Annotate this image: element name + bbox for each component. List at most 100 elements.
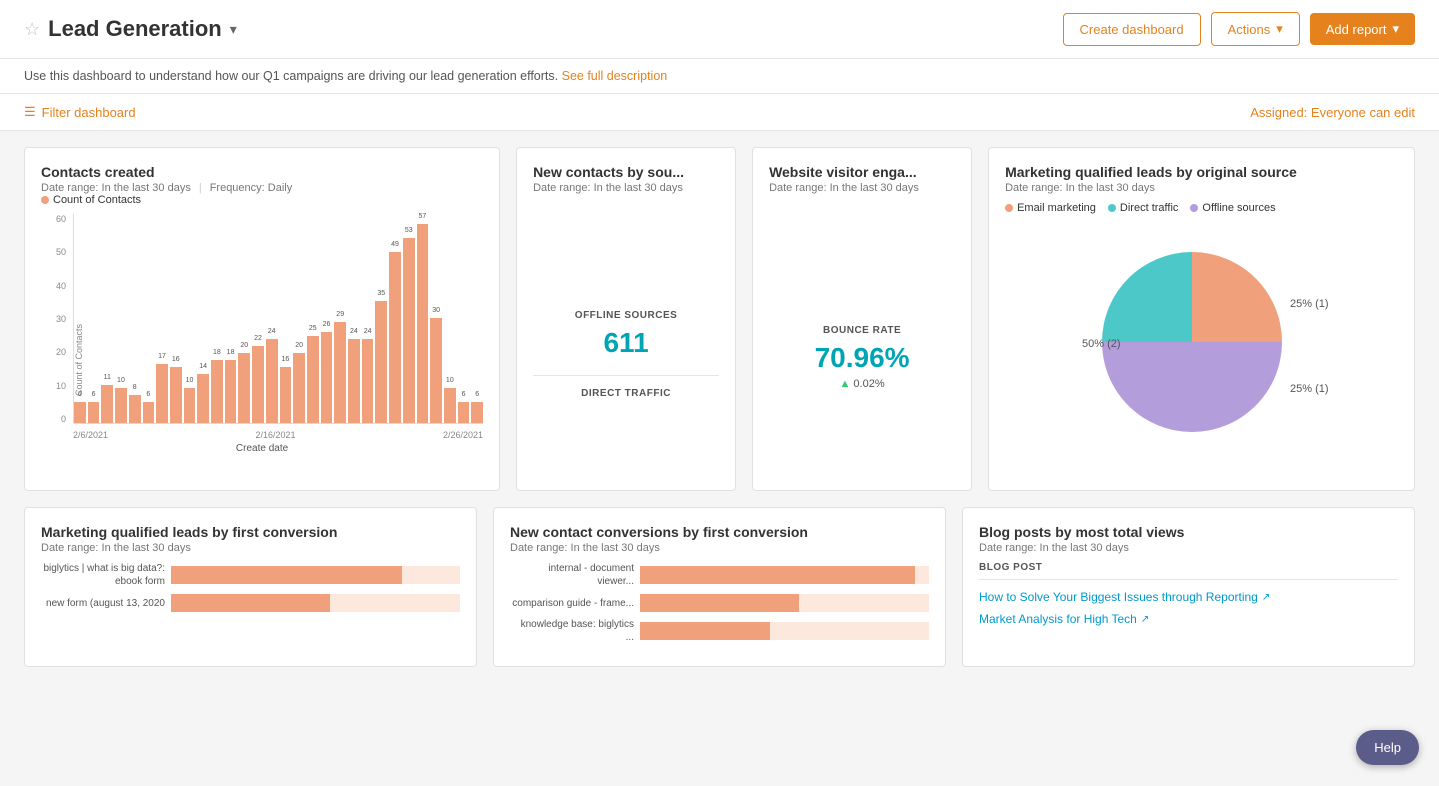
contacts-bar-chart: 60 50 40 30 20 10 0 Count of Contacts 66… <box>41 214 483 474</box>
bar-23[interactable]: 49 <box>389 214 401 423</box>
legend-dot-email <box>1005 204 1013 212</box>
bar-10[interactable]: 18 <box>211 214 223 423</box>
mql-conversion-card: Marketing qualified leads by first conve… <box>24 507 477 667</box>
bar-0[interactable]: 6 <box>74 214 86 423</box>
pie-label-direct: 25% (1) <box>1290 383 1329 395</box>
filter-bar: ☰ Filter dashboard Assigned: Everyone ca… <box>0 94 1439 131</box>
chevron-down-icon[interactable]: ▾ <box>230 21 237 38</box>
bars-area: 6611108617161014181820222416202526292424… <box>73 214 483 424</box>
blog-link-2[interactable]: Market Analysis for High Tech ↗ <box>979 608 1398 630</box>
contacts-legend: Count of Contacts <box>41 194 483 206</box>
see-full-description-link[interactable]: See full description <box>562 69 668 83</box>
contacts-created-title: Contacts created <box>41 164 483 180</box>
conversions-title: New contact conversions by first convers… <box>510 524 929 540</box>
bar-2[interactable]: 11 <box>101 214 113 423</box>
website-visitor-card: Website visitor enga... Date range: In t… <box>752 147 972 491</box>
conv-hbar-3: knowledge base: biglytics ... <box>510 618 929 644</box>
bar-21[interactable]: 24 <box>362 214 374 423</box>
website-visitor-metrics: BOUNCE RATE 70.96% ▲ 0.02% <box>769 202 955 512</box>
new-contacts-date: Date range: In the last 30 days <box>533 182 719 194</box>
bar-7[interactable]: 16 <box>170 214 182 423</box>
star-icon[interactable]: ☆ <box>24 19 40 40</box>
pie-segment-offline <box>1102 342 1282 432</box>
page-title: Lead Generation <box>48 16 222 42</box>
dashboard: Contacts created Date range: In the last… <box>0 131 1439 786</box>
assigned-value[interactable]: Everyone can edit <box>1311 105 1415 120</box>
bar-3[interactable]: 10 <box>115 214 127 423</box>
bar-15[interactable]: 16 <box>280 214 292 423</box>
hbar-row-2: new form (august 13, 2020 <box>41 594 460 612</box>
blog-posts-card: Blog posts by most total views Date rang… <box>962 507 1415 667</box>
pie-chart-container: 25% (1) 50% (2) 25% (1) <box>1005 222 1398 462</box>
filter-icon: ☰ <box>24 104 36 120</box>
blog-posts-title: Blog posts by most total views <box>979 524 1398 540</box>
bar-29[interactable]: 6 <box>471 214 483 423</box>
contacts-created-meta: Date range: In the last 30 days | Freque… <box>41 182 483 194</box>
bar-5[interactable]: 6 <box>143 214 155 423</box>
header-actions: Create dashboard Actions ▾ Add report ▾ <box>1063 12 1415 46</box>
x-axis-label: Create date <box>236 443 288 454</box>
bar-8[interactable]: 10 <box>184 214 196 423</box>
bar-4[interactable]: 8 <box>129 214 141 423</box>
new-contacts-source-card: New contacts by sou... Date range: In th… <box>516 147 736 491</box>
bar-13[interactable]: 22 <box>252 214 264 423</box>
bar-17[interactable]: 25 <box>307 214 319 423</box>
legend-dot-offline <box>1190 204 1198 212</box>
new-contacts-metrics: OFFLINE SOURCES 611 DIRECT TRAFFIC <box>533 202 719 512</box>
row-2: Marketing qualified leads by first conve… <box>24 507 1415 667</box>
bar-28[interactable]: 6 <box>458 214 470 423</box>
conv-hbar-2: comparison guide - frame... <box>510 594 929 612</box>
legend-dot-contacts <box>41 196 49 204</box>
bar-12[interactable]: 20 <box>238 214 250 423</box>
mql-conversion-bars: biglytics | what is big data?:ebook form… <box>41 562 460 612</box>
pie-label-email: 25% (1) <box>1290 298 1329 310</box>
conv-hbar-1: internal - document viewer... <box>510 562 929 588</box>
bar-19[interactable]: 29 <box>334 214 346 423</box>
new-contact-conversions-card: New contact conversions by first convers… <box>493 507 946 667</box>
add-report-button[interactable]: Add report ▾ <box>1310 13 1415 45</box>
bar-11[interactable]: 18 <box>225 214 237 423</box>
blog-col-header: BLOG POST <box>979 562 1398 580</box>
bar-24[interactable]: 53 <box>403 214 415 423</box>
blog-link-1[interactable]: How to Solve Your Biggest Issues through… <box>979 586 1398 608</box>
filter-dashboard-button[interactable]: ☰ Filter dashboard <box>24 104 136 120</box>
actions-button[interactable]: Actions ▾ <box>1211 12 1300 46</box>
external-link-icon-1: ↗ <box>1262 592 1270 603</box>
bar-6[interactable]: 17 <box>156 214 168 423</box>
bar-20[interactable]: 24 <box>348 214 360 423</box>
x-axis: 2/6/2021 2/16/2021 2/26/2021 <box>73 430 483 440</box>
conversions-bars: internal - document viewer... comparison… <box>510 562 929 644</box>
bar-9[interactable]: 14 <box>197 214 209 423</box>
header: ☆ Lead Generation ▾ Create dashboard Act… <box>0 0 1439 59</box>
bar-27[interactable]: 10 <box>444 214 456 423</box>
bounce-change: ▲ 0.02% <box>769 378 955 390</box>
help-button[interactable]: Help <box>1356 730 1419 765</box>
bar-22[interactable]: 35 <box>375 214 387 423</box>
frequency-label: Frequency: Daily <box>210 182 293 194</box>
website-visitor-date: Date range: In the last 30 days <box>769 182 955 194</box>
pie-chart: 25% (1) 50% (2) 25% (1) <box>1072 232 1332 452</box>
mql-source-card: Marketing qualified leads by original so… <box>988 147 1415 491</box>
legend-count-contacts: Count of Contacts <box>41 194 141 206</box>
description-text: Use this dashboard to understand how our… <box>24 69 558 83</box>
bar-1[interactable]: 6 <box>88 214 100 423</box>
create-dashboard-button[interactable]: Create dashboard <box>1063 13 1201 46</box>
pie-segment-direct <box>1102 252 1192 342</box>
bar-18[interactable]: 26 <box>321 214 333 423</box>
description-bar: Use this dashboard to understand how our… <box>0 59 1439 94</box>
row-1: Contacts created Date range: In the last… <box>24 147 1415 491</box>
legend-dot-direct <box>1108 204 1116 212</box>
bar-16[interactable]: 20 <box>293 214 305 423</box>
assigned-label: Assigned: <box>1250 105 1307 120</box>
website-visitor-title: Website visitor enga... <box>769 164 955 180</box>
assigned-section: Assigned: Everyone can edit <box>1250 105 1415 120</box>
header-left: ☆ Lead Generation ▾ <box>24 16 237 42</box>
mql-source-date: Date range: In the last 30 days <box>1005 182 1398 194</box>
hbar-row-1: biglytics | what is big data?:ebook form <box>41 562 460 588</box>
filter-label: Filter dashboard <box>42 105 136 120</box>
bar-26[interactable]: 30 <box>430 214 442 423</box>
external-link-icon-2: ↗ <box>1141 614 1149 625</box>
bar-25[interactable]: 57 <box>417 214 429 423</box>
bar-14[interactable]: 24 <box>266 214 278 423</box>
mql-conversion-title: Marketing qualified leads by first conve… <box>41 524 460 540</box>
